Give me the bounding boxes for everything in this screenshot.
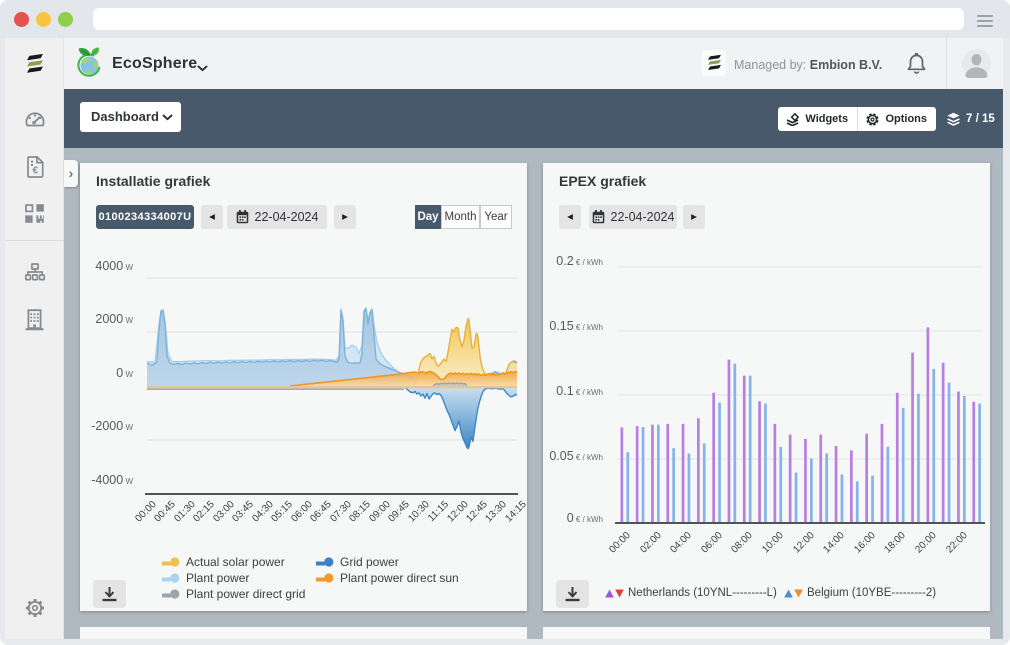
svg-text:€: € [32,166,38,177]
